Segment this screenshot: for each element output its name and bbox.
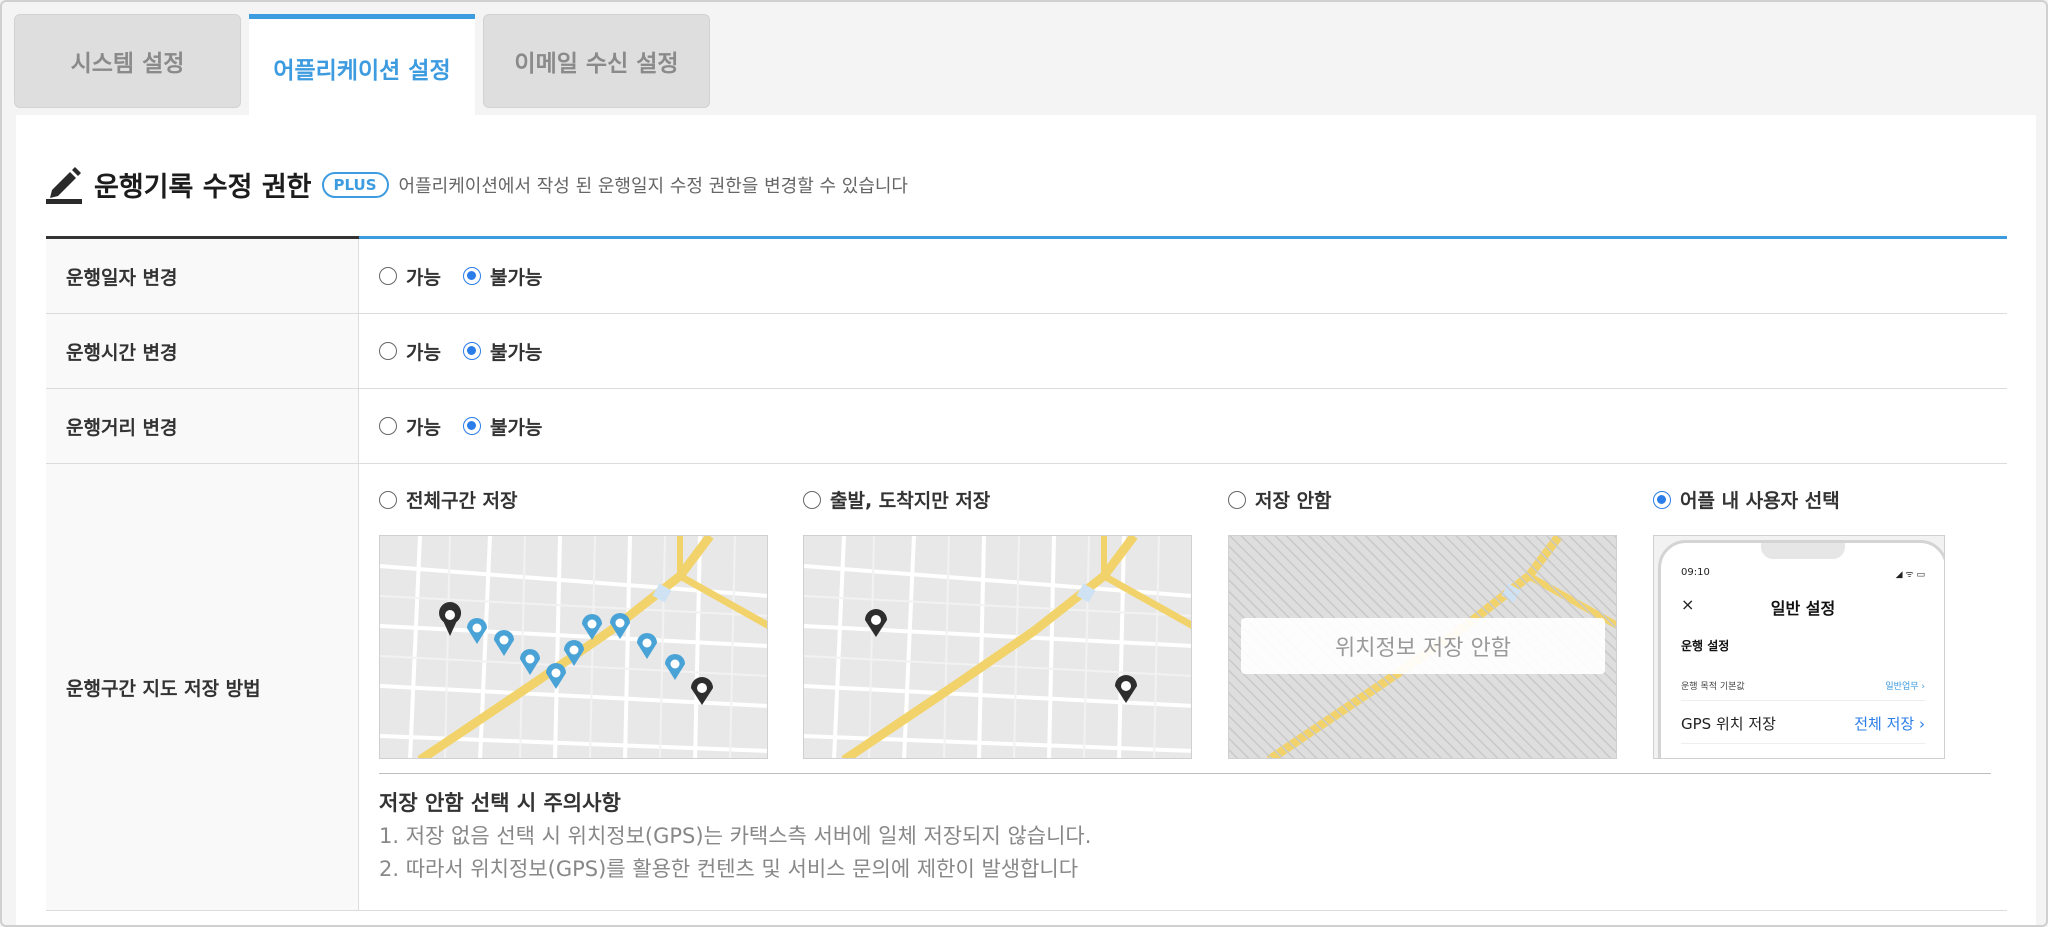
radio-label: 불가능 <box>489 341 543 364</box>
radio-label: 가능 <box>406 266 441 289</box>
row-content: 가능 불가능 <box>359 314 2007 388</box>
row-label: 운행구간 지도 저장 방법 <box>46 464 359 910</box>
notice-line-1: 1. 저장 없음 선택 시 위치정보(GPS)는 카택스측 서버에 일체 저장되… <box>379 824 1092 848</box>
phone-title: 일반 설정 <box>1770 599 1836 618</box>
radio-deny[interactable]: 불가능 <box>462 263 543 290</box>
radio-deny[interactable]: 불가능 <box>462 338 543 365</box>
app-window: 시스템 설정 어플리케이션 설정 이메일 수신 설정 운행기록 수정 권한 PL… <box>0 0 2048 927</box>
radio-button[interactable] <box>379 342 397 360</box>
phone-row-gps: GPS 위치 저장 전체 저장 › <box>1681 713 1925 737</box>
radio-no-save[interactable]: 저장 안함 <box>1228 486 1332 513</box>
table-row-map-storage: 운행구간 지도 저장 방법 전체구간 저장 출발, 도착지만 저장 저장 안함 … <box>46 464 2007 911</box>
notice-divider <box>379 773 1991 774</box>
divider <box>1681 700 1925 701</box>
radio-user-choice[interactable]: 어플 내 사용자 선택 <box>1653 486 1840 513</box>
row-label: 운행시간 변경 <box>46 314 359 388</box>
phone-mockup: 09:10 ◢ ᯤ ▭ × 일반 설정 운행 설정 운행 목적 기본값 일반업무… <box>1658 540 1944 758</box>
radio-endpoints-only[interactable]: 출발, 도착지만 저장 <box>803 486 990 513</box>
table-row: 운행시간 변경 가능 불가능 <box>46 314 2007 389</box>
section-header: 운행기록 수정 권한 PLUS 어플리케이션에서 작성 된 운행일지 수정 권한… <box>46 165 908 204</box>
radio-group: 가능 불가능 <box>379 314 564 388</box>
section-title: 운행기록 수정 권한 <box>94 172 312 203</box>
radio-allow[interactable]: 가능 <box>379 263 441 290</box>
pencil-icon <box>46 166 82 204</box>
radio-full-route[interactable]: 전체구간 저장 <box>379 486 518 513</box>
row-label: 운행일자 변경 <box>46 239 359 313</box>
pin-dark-icon <box>439 602 462 636</box>
phone-row-label: GPS 위치 저장 <box>1681 715 1776 733</box>
radio-label: 전체구간 저장 <box>406 490 518 512</box>
phone-preview: 09:10 ◢ ᯤ ▭ × 일반 설정 운행 설정 운행 목적 기본값 일반업무… <box>1653 535 1945 759</box>
radio-allow[interactable]: 가능 <box>379 413 441 440</box>
notice-line-2: 2. 따라서 위치정보(GPS)를 활용한 컨텐츠 및 서비스 문의에 제한이 … <box>379 857 1079 881</box>
divider <box>1681 743 1925 744</box>
permission-table: 운행일자 변경 가능 불가능 운행시간 변경 가능 불가능 운행거리 변경 가능… <box>46 236 2007 911</box>
radio-button[interactable] <box>379 490 397 509</box>
radio-button[interactable] <box>379 417 397 435</box>
radio-button[interactable] <box>379 267 397 285</box>
map-image <box>804 536 1191 758</box>
phone-status-icons: ◢ ᯤ ▭ <box>1895 570 1925 580</box>
tab-system-settings[interactable]: 시스템 설정 <box>14 14 241 108</box>
radio-button[interactable] <box>803 490 821 509</box>
radio-group: 가능 불가능 <box>379 239 564 313</box>
radio-button[interactable] <box>1228 490 1246 509</box>
radio-label: 가능 <box>406 416 441 439</box>
phone-time: 09:10 <box>1681 567 1710 578</box>
radio-label: 어플 내 사용자 선택 <box>1680 490 1840 512</box>
notice-title: 저장 안함 선택 시 주의사항 <box>379 791 621 815</box>
tab-email-settings[interactable]: 이메일 수신 설정 <box>483 14 710 108</box>
radio-button[interactable] <box>1653 490 1671 509</box>
map-preview-full <box>379 535 768 759</box>
radio-label: 불가능 <box>489 416 543 439</box>
radio-button[interactable] <box>462 417 481 435</box>
table-row: 운행일자 변경 가능 불가능 <box>46 239 2007 314</box>
no-location-overlay: 위치정보 저장 안함 <box>1241 618 1605 674</box>
radio-deny[interactable]: 불가능 <box>462 413 543 440</box>
radio-label: 저장 안함 <box>1255 490 1332 512</box>
section-description: 어플리케이션에서 작성 된 운행일지 수정 권한을 변경할 수 있습니다 <box>398 175 908 197</box>
map-preview-endpoints <box>803 535 1192 759</box>
row-label: 운행거리 변경 <box>46 389 359 463</box>
radio-label: 가능 <box>406 341 441 364</box>
table-row: 운행거리 변경 가능 불가능 <box>46 389 2007 464</box>
phone-row-purpose: 운행 목적 기본값 일반업무 › <box>1681 679 1925 697</box>
row-content: 가능 불가능 <box>359 389 2007 463</box>
pin-dark-icon <box>691 677 713 705</box>
radio-button[interactable] <box>462 342 481 360</box>
row-content: 전체구간 저장 출발, 도착지만 저장 저장 안함 위치정보 저장 안함 어플 … <box>359 464 2007 910</box>
row-content: 가능 불가능 <box>359 239 2007 313</box>
radio-label: 출발, 도착지만 저장 <box>830 490 991 512</box>
radio-button[interactable] <box>462 267 481 285</box>
phone-row-value: 일반업무 › <box>1885 682 1925 692</box>
phone-row-label: 운행 목적 기본값 <box>1681 682 1745 692</box>
phone-row-value: 전체 저장 › <box>1854 715 1925 733</box>
radio-group: 가능 불가능 <box>379 389 564 463</box>
plus-badge: PLUS <box>321 171 389 198</box>
radio-allow[interactable]: 가능 <box>379 338 441 365</box>
route-pins <box>439 602 713 705</box>
phone-notch <box>1761 543 1845 559</box>
settings-panel: 운행기록 수정 권한 PLUS 어플리케이션에서 작성 된 운행일지 수정 권한… <box>16 115 2036 925</box>
phone-section-title: 운행 설정 <box>1681 639 1730 653</box>
radio-label: 불가능 <box>489 266 543 289</box>
map-preview-none: 위치정보 저장 안함 <box>1228 535 1617 759</box>
tab-application-settings[interactable]: 어플리케이션 설정 <box>249 14 475 116</box>
